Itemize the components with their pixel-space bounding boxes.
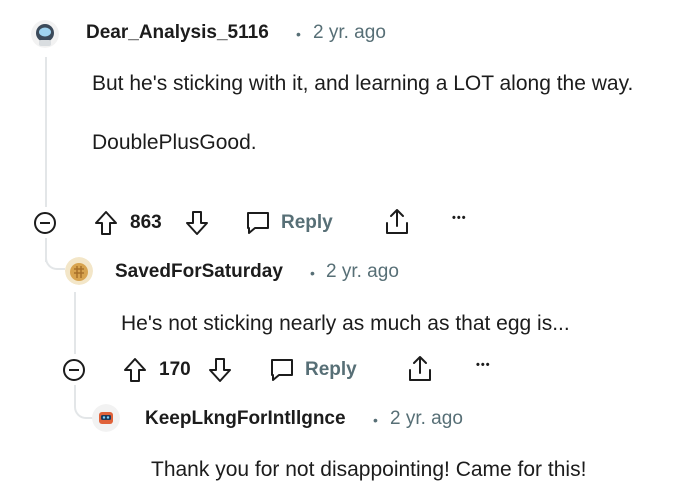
thread-connector <box>45 238 65 270</box>
comment-body: Thank you for not disappointing! Came fo… <box>151 453 696 486</box>
comment-timestamp[interactable]: 2 yr. ago <box>326 261 399 283</box>
comment-paragraph: But he's sticking with it, and learning … <box>92 72 634 95</box>
comment-body: He's not sticking nearly as much as that… <box>121 307 681 340</box>
downvote-icon[interactable] <box>207 356 233 384</box>
collapse-button[interactable] <box>34 212 56 234</box>
share-icon[interactable] <box>383 207 411 237</box>
more-options-button[interactable]: ••• <box>476 359 491 371</box>
meta-separator: • <box>310 265 315 281</box>
reply-label: Reply <box>281 212 333 233</box>
downvote-icon[interactable] <box>184 209 210 237</box>
comment-bubble-icon <box>271 359 293 381</box>
snoo-robot-icon <box>92 404 120 432</box>
vote-count: 170 <box>159 359 191 380</box>
upvote-icon[interactable] <box>93 209 119 237</box>
reply-button[interactable]: Reply <box>268 353 368 387</box>
comment-timestamp[interactable]: 2 yr. ago <box>313 22 386 44</box>
thread-line[interactable] <box>74 292 76 354</box>
more-options-button[interactable]: ••• <box>452 212 467 224</box>
avatar[interactable] <box>92 404 120 432</box>
avatar[interactable] <box>31 20 59 48</box>
thread-line[interactable] <box>45 57 47 207</box>
comment-author[interactable]: Dear_Analysis_5116 <box>86 22 269 44</box>
comment-timestamp[interactable]: 2 yr. ago <box>390 408 463 430</box>
comment-paragraph: DoublePlusGood. <box>92 131 257 154</box>
share-icon[interactable] <box>406 354 434 384</box>
comment-author[interactable]: KeepLkngForIntllgnce <box>145 408 346 430</box>
avatar[interactable] <box>65 257 93 285</box>
collapse-button[interactable] <box>63 359 85 381</box>
comment-paragraph: Thank you for not disappointing! Came fo… <box>151 458 587 481</box>
meta-separator: • <box>373 412 378 428</box>
upvote-icon[interactable] <box>122 356 148 384</box>
reply-button[interactable]: Reply <box>244 206 344 240</box>
comment-bubble-icon <box>247 212 269 234</box>
meta-separator: • <box>296 26 301 42</box>
vote-count: 863 <box>130 212 162 233</box>
reply-label: Reply <box>305 359 357 380</box>
comment-author[interactable]: SavedForSaturday <box>115 261 283 283</box>
comment-paragraph: He's not sticking nearly as much as that… <box>121 312 570 335</box>
snoo-waffle-icon <box>65 257 93 285</box>
comment-body: But he's sticking with it, and learning … <box>92 67 672 159</box>
snoo-astronaut-icon <box>31 20 59 48</box>
